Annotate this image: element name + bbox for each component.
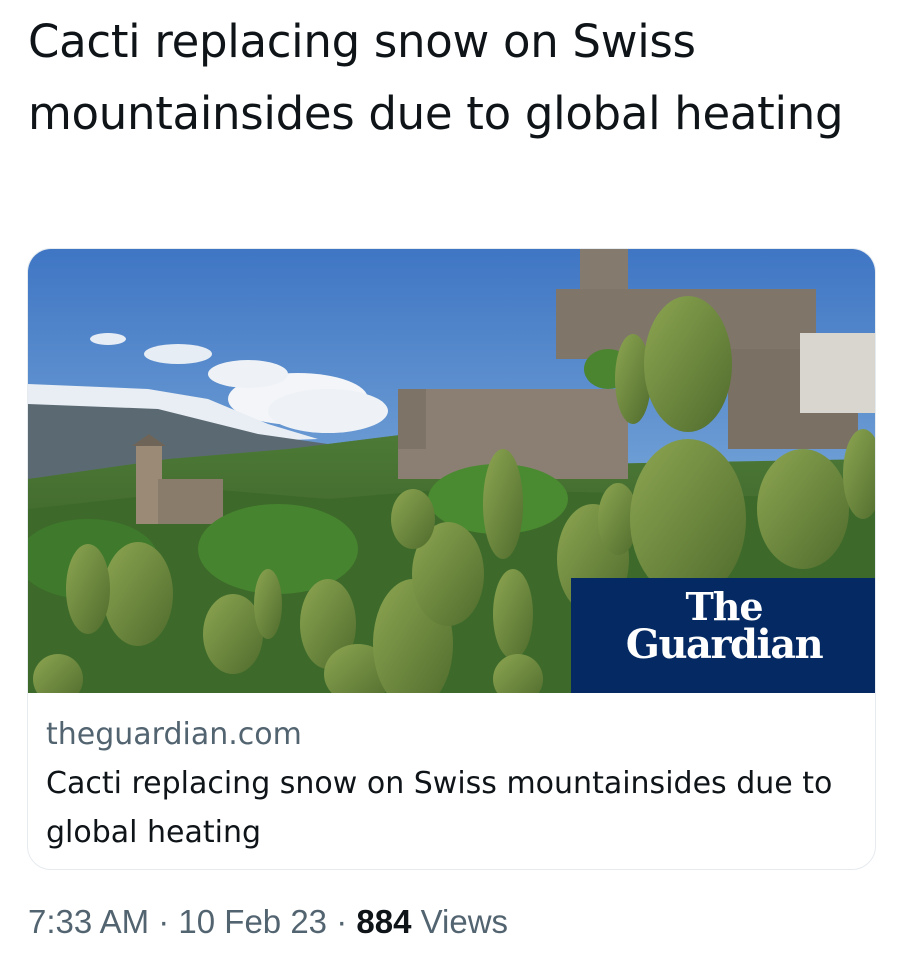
- card-domain: theguardian.com: [46, 717, 302, 752]
- tweet-text: Cacti replacing snow on Swiss mountainsi…: [28, 15, 844, 140]
- meta-separator: ·: [158, 903, 170, 940]
- tweet-date[interactable]: 10 Feb 23: [178, 903, 327, 940]
- meta-separator: ·: [336, 903, 348, 940]
- tweet-time[interactable]: 7:33 AM: [28, 903, 149, 940]
- guardian-logo-line2: Guardian: [625, 621, 824, 668]
- link-card[interactable]: The Guardian theguardian.com Cacti repla…: [27, 248, 876, 870]
- card-image[interactable]: The Guardian: [28, 249, 875, 693]
- tweet-meta: 7:33 AM · 10 Feb 23 · 884 Views: [28, 898, 508, 946]
- guardian-logo: The Guardian: [571, 578, 875, 693]
- views-label: Views: [420, 903, 509, 940]
- views-count: 884: [356, 903, 412, 940]
- card-title: Cacti replacing snow on Swiss mountainsi…: [46, 766, 833, 850]
- card-body[interactable]: theguardian.com Cacti replacing snow on …: [28, 693, 875, 869]
